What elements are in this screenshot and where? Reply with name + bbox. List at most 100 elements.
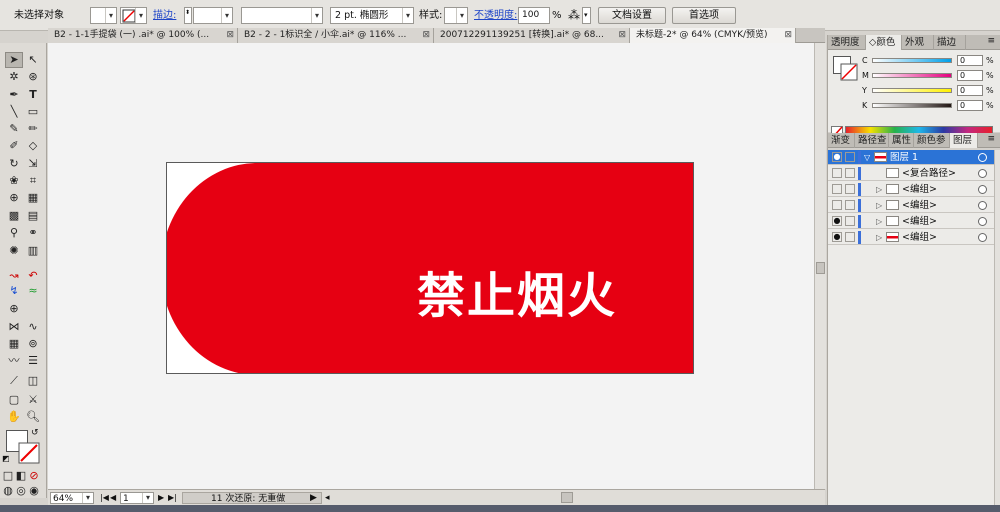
tab-document-active[interactable]: 未标题-2* @ 64% (CMYK/预览) ⊠ bbox=[630, 28, 796, 43]
visibility-eye-icon[interactable] bbox=[832, 168, 842, 178]
visibility-eye-icon[interactable] bbox=[832, 200, 842, 210]
visibility-eye-icon[interactable]: ● bbox=[832, 152, 842, 162]
pencil-icon[interactable]: ✏ bbox=[24, 121, 42, 137]
anchor-path-blue-icon[interactable]: ↯ bbox=[5, 283, 23, 299]
panel-menu-icon[interactable]: ≡ bbox=[987, 36, 995, 46]
horizontal-scroll-thumb[interactable] bbox=[561, 492, 573, 503]
document-setup-button[interactable]: 文档设置 bbox=[598, 7, 666, 24]
magenta-track[interactable] bbox=[872, 73, 952, 78]
pen-tool-icon[interactable]: ✒ bbox=[5, 87, 23, 103]
target-circle-icon[interactable] bbox=[978, 153, 987, 162]
zoom-dropdown[interactable]: 64% ▾ bbox=[50, 492, 94, 504]
artboard-tool-icon[interactable]: ▢ bbox=[5, 392, 23, 408]
sublayer-row[interactable]: ▷ <编组> bbox=[828, 198, 994, 213]
free-transform-icon[interactable]: ⌗ bbox=[24, 173, 42, 189]
stroke-weight-input[interactable]: ▾ bbox=[193, 7, 233, 24]
layer-name[interactable]: 图层 1 bbox=[890, 150, 918, 165]
target-circle-icon[interactable] bbox=[978, 185, 987, 194]
layer-name[interactable]: <编组> bbox=[902, 214, 937, 229]
visibility-eye-icon[interactable]: ● bbox=[832, 232, 842, 242]
black-input[interactable]: 0 bbox=[957, 100, 983, 111]
expand-triangle-icon[interactable]: ▷ bbox=[876, 231, 882, 244]
cyan-track[interactable] bbox=[872, 58, 952, 63]
width-tool-icon[interactable]: ⋈ bbox=[5, 319, 23, 335]
close-icon[interactable]: ⊠ bbox=[422, 28, 430, 43]
layers-scrollbar[interactable] bbox=[994, 150, 1000, 505]
rotate-tool-icon[interactable]: ↻ bbox=[5, 156, 23, 172]
close-icon[interactable]: ⊠ bbox=[784, 28, 792, 43]
measure-tool-icon[interactable]: ⟋ bbox=[5, 373, 23, 389]
warp-tool-icon[interactable]: ❀ bbox=[5, 173, 23, 189]
graphic-style-dropdown[interactable]: ▾ bbox=[444, 7, 468, 24]
tab-document-3[interactable]: 200712291139251 [转换].ai* @ 68... ⊠ bbox=[434, 28, 630, 43]
layer-row[interactable]: ● ▽ 图层 1 bbox=[828, 150, 994, 165]
crosshair-icon[interactable]: ⊕ bbox=[5, 301, 23, 317]
close-icon[interactable]: ⊠ bbox=[618, 28, 626, 43]
fill-mode-gradient-icon[interactable]: ◧ bbox=[15, 468, 27, 484]
draw-normal-icon[interactable]: ◍ bbox=[2, 483, 14, 499]
lock-toggle[interactable] bbox=[845, 200, 855, 210]
lock-toggle[interactable] bbox=[845, 216, 855, 226]
last-page-icon[interactable]: ▶| bbox=[168, 492, 177, 504]
lock-toggle[interactable] bbox=[845, 168, 855, 178]
panel-menu-icon[interactable]: ≡ bbox=[987, 134, 995, 144]
tab-color-guide[interactable]: 颜色参 bbox=[914, 133, 950, 148]
knife-tool-icon[interactable]: ⚔ bbox=[24, 392, 42, 408]
stroke-label[interactable]: 描边: bbox=[153, 7, 176, 24]
direct-selection-tool-icon[interactable]: ↖ bbox=[24, 52, 42, 68]
zoom-tool-icon[interactable]: 🔍︎ bbox=[24, 409, 42, 425]
target-circle-icon[interactable] bbox=[978, 233, 987, 242]
select-similar-icon[interactable]: ⁂ bbox=[568, 7, 580, 24]
black-track[interactable] bbox=[872, 103, 952, 108]
magenta-input[interactable]: 0 bbox=[957, 70, 983, 81]
yellow-input[interactable]: 0 bbox=[957, 85, 983, 96]
variable-width-profile[interactable]: ▾ bbox=[241, 7, 323, 24]
target-circle-icon[interactable] bbox=[978, 201, 987, 210]
mesh-tool-icon[interactable]: ▦ bbox=[5, 336, 23, 352]
convert-anchor-icon[interactable]: ↶ bbox=[24, 268, 42, 284]
canvas-area[interactable]: 禁止烟火 bbox=[48, 43, 814, 489]
tab-gradient[interactable]: 渐变 bbox=[828, 133, 855, 148]
status-menu-arrow-icon[interactable]: ▶ bbox=[310, 492, 317, 504]
blend-tool-icon[interactable]: ⚭ bbox=[24, 225, 42, 241]
scroll-thumb[interactable] bbox=[816, 262, 825, 274]
tab-transparency[interactable]: 透明度 bbox=[828, 35, 866, 50]
preferences-button[interactable]: 首选项 bbox=[672, 7, 736, 24]
sublayer-row[interactable]: ● ▷ <编组> bbox=[828, 230, 994, 245]
column-graph-icon[interactable]: ▥ bbox=[24, 243, 42, 259]
magic-wand-icon[interactable]: ✲ bbox=[5, 69, 23, 85]
artboard[interactable]: 禁止烟火 bbox=[166, 162, 694, 374]
vertical-scrollbar[interactable] bbox=[814, 43, 826, 489]
path-wave-icon[interactable]: 〰 bbox=[5, 353, 23, 369]
eraser-icon[interactable]: ◇ bbox=[24, 138, 42, 154]
target-circle-icon[interactable] bbox=[978, 217, 987, 226]
expand-triangle-icon[interactable]: ▷ bbox=[876, 215, 882, 228]
line-tool-icon[interactable]: ╲ bbox=[5, 104, 23, 120]
tab-appearance[interactable]: 外观 bbox=[902, 35, 934, 50]
scale-tool-icon[interactable]: ⇲ bbox=[24, 156, 42, 172]
visibility-eye-icon[interactable]: ● bbox=[832, 216, 842, 226]
add-anchor-icon[interactable]: ↝ bbox=[5, 268, 23, 284]
stroke-weight-stepper[interactable]: ⬍ bbox=[184, 7, 192, 24]
warp-wave-icon[interactable]: ∿ bbox=[24, 319, 42, 335]
layer-name[interactable]: <编组> bbox=[902, 182, 937, 197]
draw-inside-icon[interactable]: ◉ bbox=[28, 483, 40, 499]
expand-triangle-icon[interactable]: ▷ bbox=[876, 183, 882, 196]
expand-triangle-icon[interactable]: ▷ bbox=[876, 199, 882, 212]
lock-toggle[interactable] bbox=[845, 152, 855, 162]
shape-builder-icon[interactable]: ⊕ bbox=[5, 190, 23, 206]
sublayer-row[interactable]: <复合路径> bbox=[828, 166, 994, 181]
tab-stroke[interactable]: 描边 bbox=[934, 35, 966, 50]
prev-page-icon[interactable]: ◀ bbox=[110, 492, 116, 504]
first-page-icon[interactable]: |◀ bbox=[100, 492, 109, 504]
selection-tool-icon[interactable]: ➤ bbox=[5, 52, 23, 68]
tab-attributes[interactable]: 属性 bbox=[889, 133, 914, 148]
type-tool-icon[interactable]: T bbox=[24, 87, 42, 103]
fill-swatch-dropdown[interactable]: ▾ bbox=[90, 7, 117, 24]
perspective-grid-icon[interactable]: ▩ bbox=[5, 208, 23, 224]
stroke-swatch-dropdown[interactable]: ▾ bbox=[120, 7, 147, 24]
color-stroke-none-swatch[interactable] bbox=[840, 63, 858, 81]
paintbrush-icon[interactable]: ✎ bbox=[5, 121, 23, 137]
visibility-eye-icon[interactable] bbox=[832, 184, 842, 194]
fill-mode-none-icon[interactable]: ⊘ bbox=[28, 468, 40, 484]
